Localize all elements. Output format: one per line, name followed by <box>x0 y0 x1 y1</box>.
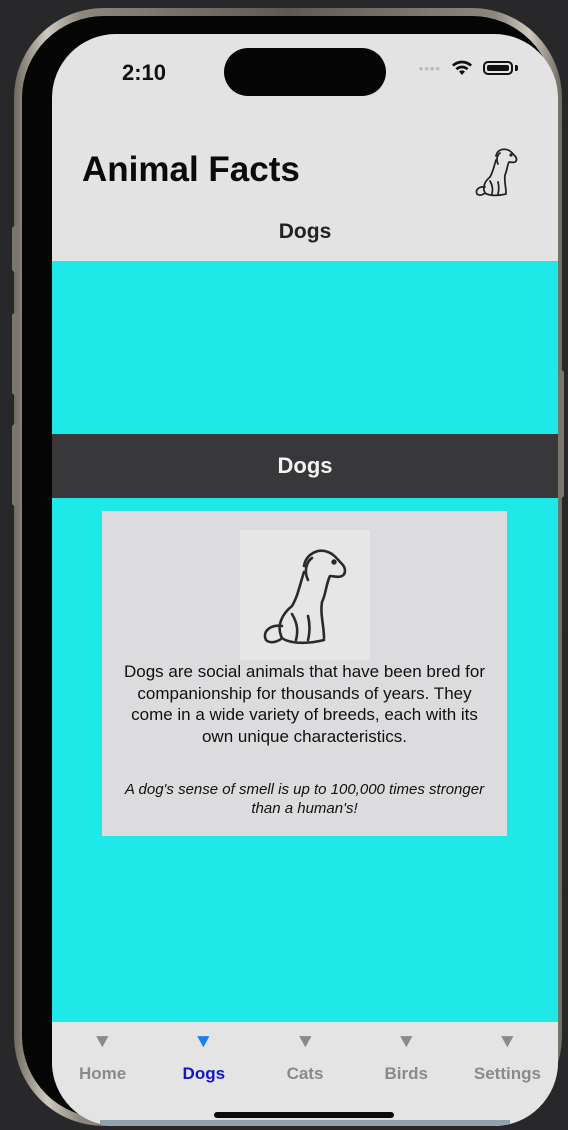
bottom-strip <box>100 1120 510 1126</box>
status-indicators: •••• <box>419 60 518 76</box>
triangle-down-icon: ▼ <box>193 1031 215 1052</box>
nav-subtitle: Dogs <box>278 220 332 243</box>
section-header: Dogs <box>52 434 558 498</box>
triangle-down-icon: ▼ <box>497 1031 518 1052</box>
tab-dogs[interactable]: ▼ Dogs <box>153 1022 254 1126</box>
tab-label: Dogs <box>182 1064 226 1083</box>
tab-birds[interactable]: ▼ Birds <box>356 1022 457 1126</box>
triangle-down-icon: ▼ <box>395 1031 417 1052</box>
tab-cats[interactable]: ▼ Cats <box>254 1022 355 1126</box>
tab-label: Settings <box>473 1064 541 1083</box>
top-content-area <box>52 261 558 434</box>
dog-outline-icon[interactable] <box>470 146 520 198</box>
tab-label: Cats <box>286 1064 324 1083</box>
tab-home[interactable]: ▼ Home <box>52 1022 153 1126</box>
screen: 2:10 •••• Animal Facts Dogs Dogs Dogs ar… <box>52 34 558 1126</box>
main-content-area: Dogs are social animals that have been b… <box>52 498 558 1022</box>
power-button <box>558 370 564 498</box>
dog-outline-icon <box>240 530 370 660</box>
triangle-down-icon: ▼ <box>294 1031 316 1052</box>
action-button <box>12 226 18 272</box>
tab-label: Home <box>78 1064 127 1083</box>
status-time: 2:10 <box>122 60 167 85</box>
card-fun-fact: A dog's sense of smell is up to 100,000 … <box>124 781 485 817</box>
tab-bar: ▼ Home ▼ Dogs ▼ Cats ▼ Birds ▼ Settings <box>52 1022 558 1126</box>
phone-frame: 2:10 •••• Animal Facts Dogs Dogs Dogs ar… <box>12 8 564 1126</box>
home-indicator[interactable] <box>214 1112 394 1118</box>
card-description: Dogs are social animals that have been b… <box>124 662 485 746</box>
fact-card: Dogs are social animals that have been b… <box>102 511 507 836</box>
volume-up-button <box>12 313 18 395</box>
dynamic-island <box>224 48 386 96</box>
battery-cap <box>515 65 518 71</box>
battery-icon <box>483 61 513 75</box>
wifi-icon <box>452 60 472 75</box>
cellular-signal-icon: •••• <box>418 60 441 76</box>
triangle-down-icon: ▼ <box>92 1031 113 1052</box>
page-title: Animal Facts <box>82 150 300 189</box>
tab-label: Birds <box>384 1064 428 1083</box>
volume-down-button <box>12 424 18 506</box>
tab-settings[interactable]: ▼ Settings <box>457 1022 558 1126</box>
